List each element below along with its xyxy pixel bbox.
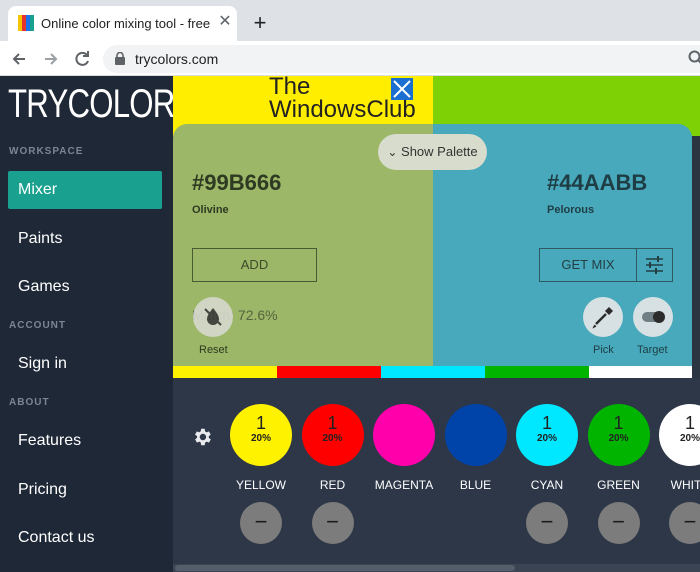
search-icon[interactable] <box>688 50 700 66</box>
browser-tab-strip: Online color mixing tool - free co ✕ + <box>0 0 700 41</box>
target-label: Target <box>637 344 668 356</box>
paint-label: WHITE <box>670 478 700 492</box>
mixed-color-name: Olivine <box>192 204 229 216</box>
sidebar-item-signin[interactable]: Sign in <box>8 345 162 383</box>
tab-title: Online color mixing tool - free co <box>41 16 211 31</box>
watermark-line2: WindowsClub <box>269 96 416 123</box>
mixed-color-hex: #99B666 <box>192 170 282 195</box>
gear-icon[interactable] <box>191 426 213 448</box>
chevron-down-icon: ⌄ <box>387 145 398 159</box>
toggle-icon <box>642 311 665 323</box>
remove-paint-button[interactable]: − <box>526 502 568 544</box>
address-bar[interactable]: trycolors.com <box>103 45 700 73</box>
paint-drop-blue[interactable] <box>444 404 507 466</box>
target-color-hex: #44AABB <box>547 170 648 195</box>
remove-paint-button[interactable]: − <box>240 502 282 544</box>
forward-arrow-icon[interactable] <box>40 48 62 70</box>
paint-percentage: 20% <box>679 433 700 444</box>
paint-percentage: 20% <box>536 433 557 444</box>
sidebar-item-contact[interactable]: Contact us <box>8 519 162 557</box>
sidebar: TRYCOLORS WORKSPACE Mixer Paints Games A… <box>0 76 195 572</box>
lock-icon <box>115 52 125 65</box>
strip-white <box>589 366 692 378</box>
paint-percentage: 20% <box>608 433 629 444</box>
paint-count: 1 <box>541 413 552 433</box>
paint-drop-red[interactable]: 1 20% <box>301 404 364 466</box>
paint-label: MAGENTA <box>374 478 434 492</box>
paint-drop-magenta[interactable] <box>373 404 435 466</box>
strip-cyan <box>381 366 485 378</box>
strip-yellow <box>173 366 277 378</box>
trycolors-favicon-icon <box>18 15 34 31</box>
show-palette-label: Show Palette <box>401 144 478 159</box>
back-arrow-icon[interactable] <box>8 48 30 70</box>
browser-tab[interactable]: Online color mixing tool - free co ✕ <box>8 6 237 41</box>
url-text: trycolors.com <box>135 51 219 67</box>
paint-drop-yellow[interactable]: 1 20% <box>230 404 292 466</box>
remove-paint-button[interactable]: − <box>669 502 700 544</box>
horizontal-scrollbar[interactable] <box>173 564 700 572</box>
paint-count: 1 <box>255 413 266 433</box>
pick-label: Pick <box>593 344 614 356</box>
reset-button[interactable] <box>193 297 233 337</box>
drop-off-icon <box>204 308 222 326</box>
paint-percentage: 20% <box>250 433 271 444</box>
paint-drop-cyan[interactable]: 1 20% <box>516 404 578 466</box>
mix-settings-button[interactable] <box>636 248 673 282</box>
scrollbar-thumb[interactable] <box>175 565 515 571</box>
sidebar-item-pricing[interactable]: Pricing <box>8 471 162 509</box>
paint-label: BLUE <box>459 478 492 492</box>
new-tab-button[interactable]: + <box>250 12 270 34</box>
watermark-logo-icon <box>391 78 413 100</box>
close-icon[interactable]: ✕ <box>215 12 235 32</box>
remove-paint-button[interactable]: − <box>597 502 640 544</box>
target-color-name: Pelorous <box>547 204 595 216</box>
sidebar-item-paints[interactable]: Paints <box>8 220 162 258</box>
get-mix-button[interactable]: GET MIX <box>539 248 636 282</box>
pick-button[interactable] <box>583 297 623 337</box>
section-account: ACCOUNT <box>9 320 66 331</box>
sidebar-item-mixer[interactable]: Mixer <box>8 171 162 209</box>
eyedropper-icon <box>592 307 613 329</box>
strip-green <box>485 366 589 378</box>
show-palette-button[interactable]: ⌄ Show Palette <box>378 134 487 170</box>
paint-label: CYAN <box>530 478 564 492</box>
palette-strip <box>173 366 692 378</box>
reload-icon[interactable] <box>71 48 93 70</box>
paint-label: YELLOW <box>235 478 286 492</box>
paint-label: RED <box>319 478 346 492</box>
paint-drop-white[interactable]: 1 20% <box>659 404 700 466</box>
section-about: ABOUT <box>9 397 50 408</box>
color-compare-panel: ⌄ Show Palette #99B666 Olivine #44AABB P… <box>173 124 692 368</box>
sidebar-item-games[interactable]: Games <box>8 268 162 306</box>
reset-label: Reset <box>199 344 228 356</box>
paint-count: 1 <box>684 413 695 433</box>
paint-percentage: 20% <box>322 433 343 444</box>
trycolors-logo[interactable]: TRYCOLORS <box>8 82 195 127</box>
strip-red <box>277 366 381 378</box>
paint-label: GREEN <box>597 478 640 492</box>
sliders-icon <box>646 256 663 274</box>
sidebar-item-features[interactable]: Features <box>8 422 162 460</box>
remove-paint-button[interactable]: − <box>311 502 354 544</box>
section-workspace: WORKSPACE <box>9 146 84 157</box>
paint-picker: 1 20% YELLOW −1 20% RED − MAGENTA BLUE 1 20% CYAN −1… <box>173 378 700 572</box>
paint-count: 1 <box>613 413 624 433</box>
target-toggle[interactable] <box>633 297 673 337</box>
browser-toolbar: trycolors.com <box>0 41 700 76</box>
add-button[interactable]: ADD <box>192 248 317 282</box>
mixer-workspace: The WindowsClub ⌄ Show Palette #99B666 O… <box>173 76 700 572</box>
paint-count: 1 <box>327 413 338 433</box>
paint-drop-green[interactable]: 1 20% <box>587 404 650 466</box>
